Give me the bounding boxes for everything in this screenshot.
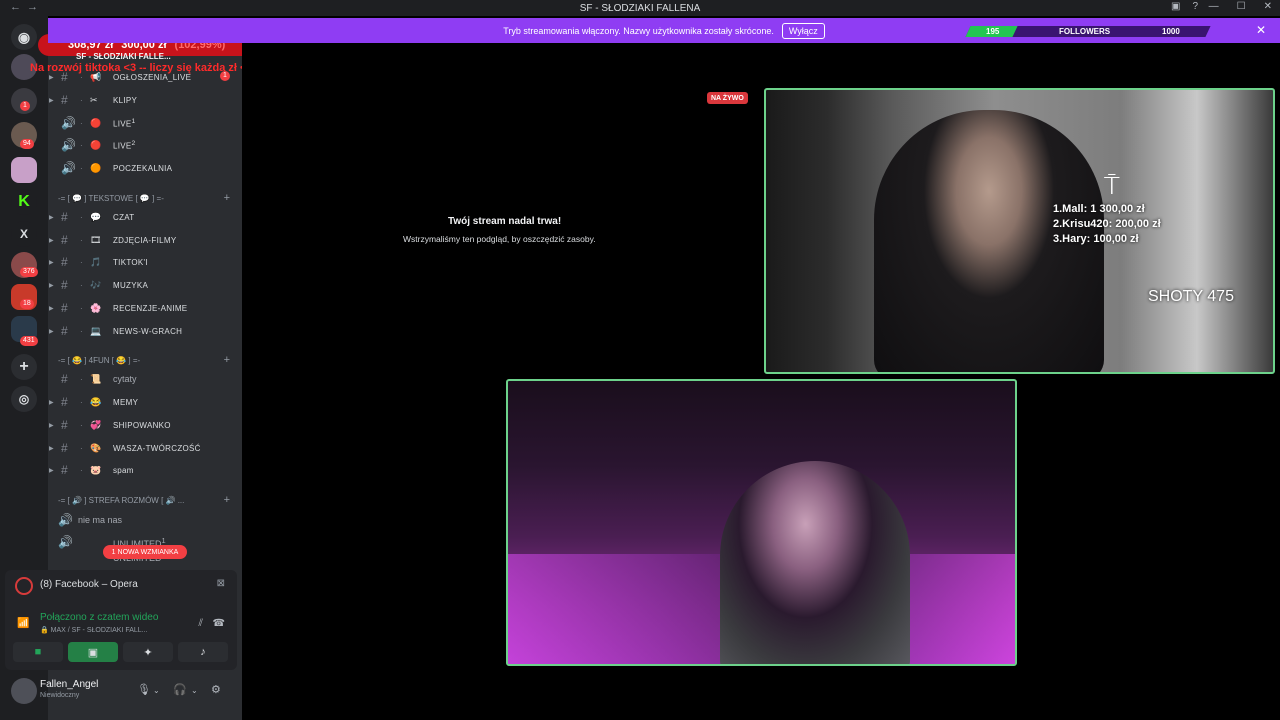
banner-close-icon[interactable]: ✕ <box>1256 23 1266 37</box>
avatar[interactable] <box>11 678 37 704</box>
server-name[interactable]: SF - SŁODZIAKI FALLE... <box>76 52 171 61</box>
connection-status[interactable]: Połączono z czatem wideo <box>40 612 158 623</box>
banner-text: Tryb streamowania włączony. Nazwy użytko… <box>503 25 774 36</box>
webcam-person <box>720 461 910 664</box>
channel-memy[interactable]: ▶ # · 😂 MEMY <box>48 392 242 412</box>
voice-channel-poczekalnia[interactable]: 🔊 · 🟠 POCZEKALNIA <box>48 158 242 178</box>
followers-goal: 1000 <box>1162 27 1181 36</box>
category-strefa-rozmow[interactable]: -= [ 🔊 ] STREFA ROZMÓW [ 🔊 ... + <box>58 492 242 508</box>
live-badge: NA ŻYWO <box>707 92 748 104</box>
donation-message: Na rozwój tiktoka <3 -- liczy się każda … <box>30 62 253 74</box>
donation-ranking: 1.Mall: 1 300,00 zł 2.Krisu420: 200,00 z… <box>1053 203 1161 245</box>
new-mention-pill[interactable]: 1 NOWA WZMIANKA <box>103 545 187 559</box>
chevron-down-icon[interactable]: ⌄ <box>153 686 160 695</box>
video-tile-2[interactable] <box>506 379 1017 666</box>
channel-wasza-tworczosc[interactable]: ▶ # · 🎨 WASZA-TWÓRCZOŚĆ <box>48 438 242 458</box>
channel-cytaty[interactable]: # · 📜 cytaty <box>48 369 242 389</box>
speaker-icon: 🔊 <box>61 161 77 175</box>
voice-connection-panel: (8) Facebook – Opera ⊠ 📶 Połączono z cza… <box>5 570 237 670</box>
speaker-icon: 🔊 <box>58 513 74 527</box>
title-bar: ←→ SF - SŁODZIAKI FALLENA ▣ ? — ☐ ✕ <box>0 0 1280 16</box>
server-folder-badge: 431 <box>20 336 38 346</box>
followers-goal-widget: 195 FOLLOWERS 1000 <box>965 26 1211 37</box>
voice-channel-nie-ma-nas[interactable]: 🔊 nie ma nas <box>48 510 242 530</box>
server-3-badge: 94 <box>20 139 34 149</box>
stop-stream-icon[interactable]: ⊠ <box>217 578 225 589</box>
channel-zdjecia-filmy[interactable]: ▶ # · 🎞 ZDJĘCIA-FILMY <box>48 230 242 250</box>
activities-button[interactable]: ✦ <box>123 642 173 662</box>
screen-share-button[interactable]: ▣ <box>68 642 118 662</box>
window-close-icon[interactable]: ✕ <box>1264 1 1272 12</box>
username[interactable]: Fallen_Angel <box>40 679 98 690</box>
headphones-icon[interactable]: 🎧 <box>173 683 187 696</box>
camera-button[interactable]: ■ <box>13 642 63 662</box>
opera-icon <box>15 577 33 595</box>
settings-gear-icon[interactable]: ⚙ <box>211 683 221 696</box>
hash-icon: # <box>61 93 68 107</box>
shots-counter: SHOTY 475 <box>1148 288 1234 305</box>
followers-label: FOLLOWERS <box>1059 27 1111 36</box>
add-channel-icon[interactable]: + <box>224 192 230 204</box>
stream-paused-subtitle: Wstrzymaliśmy ten podgląd, by oszczędzić… <box>403 234 596 244</box>
stream-paused-title: Twój stream nadal trwa! <box>448 216 562 227</box>
minimize-icon[interactable]: — <box>1209 1 1219 12</box>
overlay-logo: ⍑ <box>1104 170 1120 200</box>
discord-home-icon[interactable]: ◉ <box>11 24 37 50</box>
soundboard-button[interactable]: ♪ <box>178 642 228 662</box>
channel-spam[interactable]: ▶ # · 🐷 spam <box>48 460 242 480</box>
channel-klipy[interactable]: ▶ # · ✂ KLIPY <box>48 90 242 110</box>
connection-channel[interactable]: 🔒 MAX / SF - SŁODZIAKI FALL... <box>40 626 148 634</box>
server-4-badge: 376 <box>20 267 38 277</box>
add-server-icon[interactable]: + <box>11 354 37 380</box>
disconnect-icon[interactable]: ☎ <box>213 618 225 629</box>
disable-streamer-mode-button[interactable]: Wyłącz <box>781 22 825 39</box>
explore-icon[interactable]: ◎ <box>11 386 37 412</box>
video-tile-1[interactable]: ⍑ 1.Mall: 1 300,00 zł 2.Krisu420: 200,00… <box>764 88 1275 374</box>
voice-channel-live-2[interactable]: 🔊 · 🔴 LIVE2 <box>48 135 242 155</box>
speaker-icon: 🔊 <box>61 138 77 152</box>
voice-channel-live-1[interactable]: 🔊 · 🔴 LIVE1 <box>48 113 242 133</box>
signal-icon[interactable]: 📶 <box>17 618 29 629</box>
activity-app-name: (8) Facebook – Opera <box>40 579 138 590</box>
followers-current: 195 <box>986 27 1000 36</box>
chevron-down-icon[interactable]: ⌄ <box>191 686 198 695</box>
window-title: SF - SŁODZIAKI FALLENA <box>579 2 701 14</box>
help-icon[interactable]: ? <box>1192 1 1198 12</box>
speaker-icon: 🔊 <box>61 116 77 130</box>
channel-muzyka[interactable]: ▶ # · 🎶 MUZYKA <box>48 275 242 295</box>
channel-tiktoki[interactable]: ▶ # · 🎵 TIKTOK'I <box>48 252 242 272</box>
server-5-badge: 18 <box>20 299 34 309</box>
x-server-icon[interactable]: X <box>11 221 37 247</box>
add-channel-icon[interactable]: + <box>224 354 230 366</box>
channel-news-w-grach[interactable]: ▶ # · 💻 NEWS-W-GRACH <box>48 321 242 341</box>
user-status: Niewidoczny <box>40 692 80 699</box>
channel-shipowanko[interactable]: ▶ # · 💞 SHIPOWANKO <box>48 415 242 435</box>
channel-recenzje-anime[interactable]: ▶ # · 🌸 RECENZJE-ANIME <box>48 298 242 318</box>
channel-czat[interactable]: ▶ # · 💬 CZAT <box>48 207 242 227</box>
inbox-icon[interactable]: ▣ <box>1171 1 1180 12</box>
kick-server-icon[interactable]: K <box>11 189 37 215</box>
server-2-badge: 1 <box>20 101 30 111</box>
planets-server-icon[interactable] <box>11 157 37 183</box>
category-tekstowe[interactable]: -= [ 💬 ] TEKSTOWE [ 💬 ] =- + <box>58 190 242 206</box>
user-panel: Fallen_Angel Niewidoczny 🎙 ⌄ 🎧 ⌄ ⚙ <box>5 674 237 708</box>
noise-suppression-icon[interactable]: ⫽ <box>199 618 203 629</box>
add-channel-icon[interactable]: + <box>224 494 230 506</box>
category-4fun[interactable]: -= [ 😂 ] 4FUN [ 😂 ] =- + <box>58 352 242 368</box>
speaker-icon: 🔊 <box>58 535 74 549</box>
maximize-icon[interactable]: ☐ <box>1237 1 1246 12</box>
microphone-icon[interactable]: 🎙 <box>137 683 151 696</box>
